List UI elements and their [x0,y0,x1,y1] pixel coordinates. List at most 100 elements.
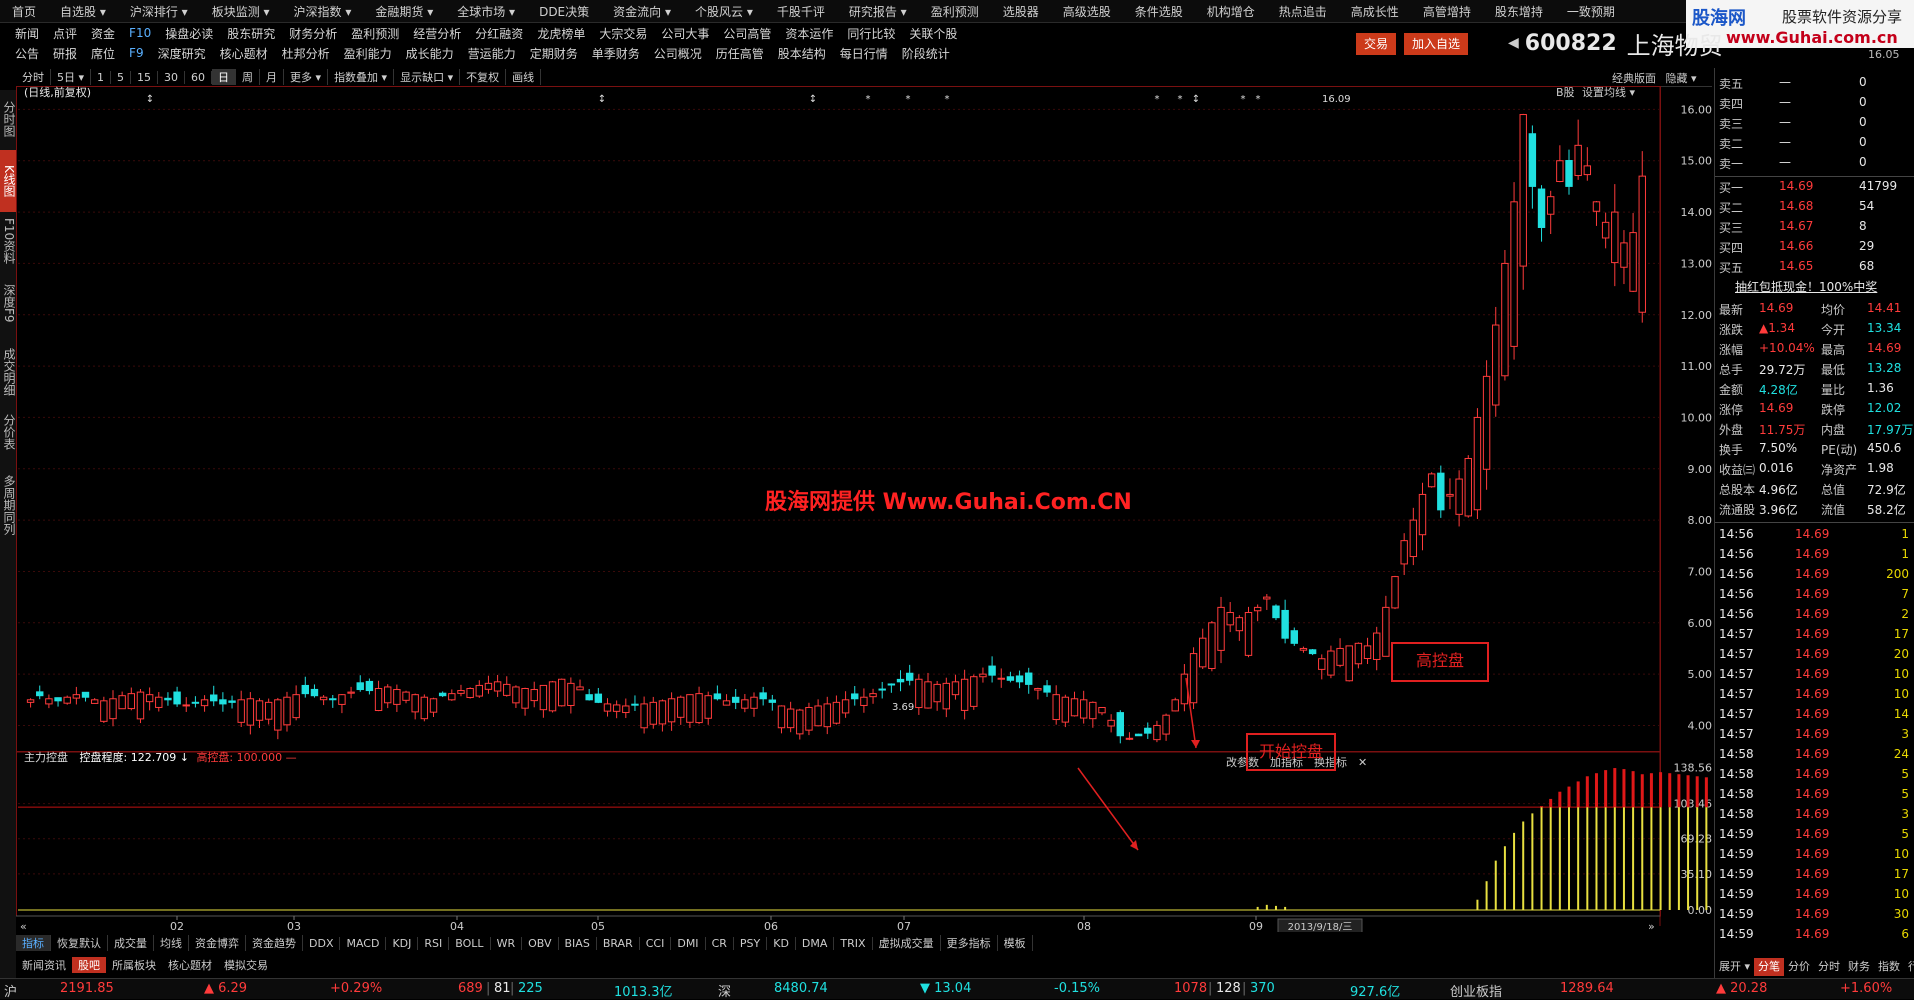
submenu-top-15[interactable]: 同行比较 [840,25,902,42]
submenu-top-3[interactable]: F10 [122,26,158,40]
toolbar-item-0[interactable]: 分时 [16,69,51,85]
indicator-tab-11[interactable]: WR [491,936,523,950]
add-watchlist-button[interactable]: 加入自选 [1404,33,1469,55]
menu-item-16[interactable]: 机构增仓 [1195,3,1267,20]
back-arrow-icon[interactable]: ◀ [1508,35,1519,51]
toolbar-item-3[interactable]: 5 [111,70,132,84]
quote-subtab-0[interactable]: 展开 ▾ [1715,958,1754,976]
menu-item-19[interactable]: 高管增持 [1411,3,1483,20]
submenu-bottom-6[interactable]: 杜邦分析 [275,45,337,62]
quote-subtab-2[interactable]: 分价 [1784,958,1814,976]
submenu-top-7[interactable]: 盈利预测 [344,25,406,42]
trade-button[interactable]: 交易 [1356,33,1397,55]
news-tab-0[interactable]: 新闻资讯 [16,957,72,973]
indicator-tab-1[interactable]: 恢复默认 [51,935,108,951]
quote-subtab-5[interactable]: 指数 [1874,958,1904,976]
submenu-bottom-16[interactable]: 阶段统计 [895,45,957,62]
menu-item-11[interactable]: 研究报告 ▾ [837,3,919,20]
toolbar-item-12[interactable]: 显示缺口 ▾ [394,69,461,85]
submenu-top-5[interactable]: 股东研究 [220,25,282,42]
toolbar-item-8[interactable]: 周 [236,69,261,85]
menu-item-13[interactable]: 选股器 [991,3,1051,20]
toolbar-item-9[interactable]: 月 [260,69,285,85]
indicator-tab-13[interactable]: BIAS [559,936,597,950]
submenu-bottom-3[interactable]: F9 [122,46,151,60]
menu-item-18[interactable]: 高成长性 [1339,3,1411,20]
submenu-top-4[interactable]: 操盘必读 [158,25,220,42]
menu-item-10[interactable]: 千股千评 [765,3,837,20]
menu-item-8[interactable]: 资金流向 ▾ [601,3,683,20]
indicator-tab-12[interactable]: OBV [522,936,559,950]
submenu-bottom-0[interactable]: 公告 [8,45,46,62]
menu-item-5[interactable]: 金融期货 ▾ [363,3,445,20]
indicator-tab-9[interactable]: RSI [418,936,450,950]
toolbar-item-7[interactable]: 日 [212,69,237,85]
submenu-bottom-4[interactable]: 深度研究 [151,45,213,62]
submenu-bottom-1[interactable]: 研报 [46,45,84,62]
submenu-top-9[interactable]: 分红融资 [468,25,530,42]
submenu-bottom-2[interactable]: 席位 [84,45,122,62]
side-tab-1[interactable]: K线图 [0,150,16,212]
submenu-top-16[interactable]: 关联个股 [902,25,964,42]
news-tab-1[interactable]: 股吧 [72,957,106,973]
news-tab-3[interactable]: 核心题材 [162,957,218,973]
quote-subtab-6[interactable]: 行业 [1904,958,1914,976]
submenu-top-0[interactable]: 新闻 [8,25,46,42]
news-tab-2[interactable]: 所属板块 [106,957,162,973]
submenu-top-8[interactable]: 经营分析 [406,25,468,42]
side-tab-5[interactable]: 分价表 [0,408,16,456]
menu-item-1[interactable]: 自选股 ▾ [48,3,118,20]
side-tab-4[interactable]: 成交明细 [0,340,16,404]
submenu-bottom-13[interactable]: 历任高管 [709,45,771,62]
quote-subtab-4[interactable]: 财务 [1844,958,1874,976]
scroll-right-icon[interactable]: » [1648,920,1655,932]
menu-item-20[interactable]: 股东增持 [1483,3,1555,20]
indicator-tab-19[interactable]: KD [767,936,796,950]
side-tab-6[interactable]: 多周期同列 [0,460,16,550]
side-tab-0[interactable]: 分时图 [0,90,16,148]
indicator-tab-20[interactable]: DMA [796,936,835,950]
submenu-bottom-12[interactable]: 公司概况 [647,45,709,62]
indicator-tab-23[interactable]: 更多指标 [941,935,998,951]
indicator-tab-17[interactable]: CR [706,936,734,950]
indicator-tab-8[interactable]: KDJ [386,936,419,950]
toolbar-item-13[interactable]: 不复权 [460,69,507,85]
indicator-tab-3[interactable]: 均线 [154,935,189,951]
submenu-top-14[interactable]: 资本运作 [778,25,840,42]
indicator-tab-0[interactable]: 指标 [16,935,51,951]
menu-item-9[interactable]: 个股风云 ▾ [683,3,765,20]
submenu-bottom-9[interactable]: 营运能力 [461,45,523,62]
submenu-bottom-11[interactable]: 单季财务 [585,45,647,62]
submenu-bottom-8[interactable]: 成长能力 [399,45,461,62]
indicator-button-3[interactable]: ✕ [1358,756,1367,769]
toolbar-item-11[interactable]: 指数叠加 ▾ [328,69,395,85]
menu-item-3[interactable]: 板块监测 ▾ [200,3,282,20]
menu-item-4[interactable]: 沪深指数 ▾ [282,3,364,20]
menu-item-0[interactable]: 首页 [0,3,48,20]
news-tab-4[interactable]: 模拟交易 [218,957,274,973]
submenu-top-10[interactable]: 龙虎榜单 [530,25,592,42]
menu-item-17[interactable]: 热点追击 [1267,3,1339,20]
submenu-bottom-14[interactable]: 股本结构 [771,45,833,62]
submenu-top-1[interactable]: 点评 [46,25,84,42]
scroll-left-icon[interactable]: « [20,920,27,932]
menu-item-15[interactable]: 条件选股 [1123,3,1195,20]
indicator-tab-14[interactable]: BRAR [597,936,640,950]
quote-subtab-1[interactable]: 分笔 [1754,958,1785,976]
submenu-bottom-15[interactable]: 每日行情 [833,45,895,62]
indicator-tab-2[interactable]: 成交量 [108,935,154,951]
quote-subtab-3[interactable]: 分时 [1814,958,1844,976]
submenu-top-2[interactable]: 资金 [84,25,122,42]
menu-item-12[interactable]: 盈利预测 [919,3,991,20]
indicator-tab-16[interactable]: DMI [671,936,706,950]
submenu-bottom-7[interactable]: 盈利能力 [337,45,399,62]
indicator-tab-7[interactable]: MACD [340,936,387,950]
indicator-tab-21[interactable]: TRIX [834,936,873,950]
menu-item-7[interactable]: DDE决策 [527,3,601,20]
toolbar-item-1[interactable]: 5日 ▾ [51,69,92,85]
indicator-tab-22[interactable]: 虚拟成交量 [873,935,941,951]
classic-layout-label[interactable]: 经典版面 [1612,72,1656,85]
submenu-top-12[interactable]: 公司大事 [654,25,716,42]
menu-item-14[interactable]: 高级选股 [1051,3,1123,20]
promo-link[interactable]: 抽红包抵现金！100%中奖 [1735,278,1877,295]
